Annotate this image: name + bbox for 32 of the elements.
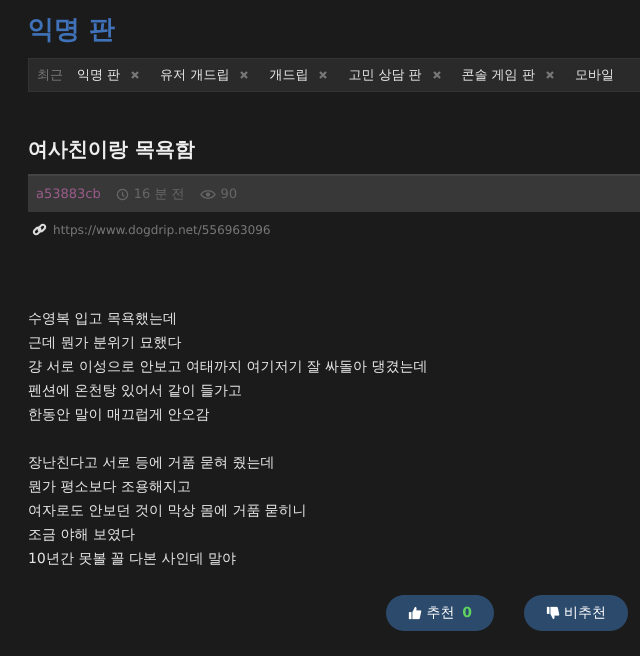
recent-board-link[interactable]: 모바일 [574, 66, 614, 84]
recent-board-link[interactable]: 고민 상담 판 [348, 66, 422, 84]
close-icon[interactable] [130, 70, 140, 80]
board-title[interactable]: 익명 판 [28, 0, 640, 58]
close-icon[interactable] [318, 70, 328, 80]
recent-board-link[interactable]: 개드립 [269, 66, 308, 84]
body-text: 조금 야해 보였다 [28, 526, 136, 545]
thumbs-down-icon [546, 606, 560, 620]
close-icon[interactable] [239, 70, 250, 80]
body-text: 근데 뭔가 분위기 묘했다 [28, 334, 182, 353]
recent-board-link[interactable]: 익명 판 [77, 66, 120, 84]
recent-board-link[interactable]: 유저 개드립 [160, 66, 230, 84]
eye-icon [200, 188, 216, 200]
body-text: 뭔가 평소보다 조용해지고 [28, 478, 192, 497]
body-text: 10년간 못볼 꼴 다본 사인데 말야 [28, 550, 238, 569]
downvote-button[interactable]: 비추천 [524, 595, 628, 631]
body-text: 장난친다고 서로 등에 거품 묻혀 줬는데 [28, 454, 276, 473]
thumbs-up-icon [408, 606, 422, 620]
upvote-button[interactable]: 추천 0 [386, 595, 494, 631]
recent-board-link[interactable]: 콘솔 게임 판 [462, 66, 535, 84]
post-title: 여사친이랑 목욕함 [28, 136, 196, 163]
body-text: 여자로도 안보던 것이 막상 몸에 거품 묻히니 [28, 502, 308, 521]
close-icon[interactable] [432, 70, 442, 80]
body-text: 걍 서로 이성으로 안보고 여태까지 여기저기 잘 싸돌아 댕겼는데 [28, 358, 429, 377]
recent-label: 최근 [37, 67, 63, 84]
close-icon[interactable] [544, 70, 555, 80]
body-text: 펜션에 온천탕 있어서 같이 들가고 [28, 382, 243, 401]
body-text: 한동안 말이 매끄럽게 안오감 [28, 406, 210, 425]
body-text: 수영복 입고 목욕했는데 [28, 310, 178, 329]
link-icon [32, 222, 47, 237]
post-url[interactable]: https://www.dogdrip.net/556963096 [53, 222, 271, 236]
clock-icon [116, 188, 129, 200]
